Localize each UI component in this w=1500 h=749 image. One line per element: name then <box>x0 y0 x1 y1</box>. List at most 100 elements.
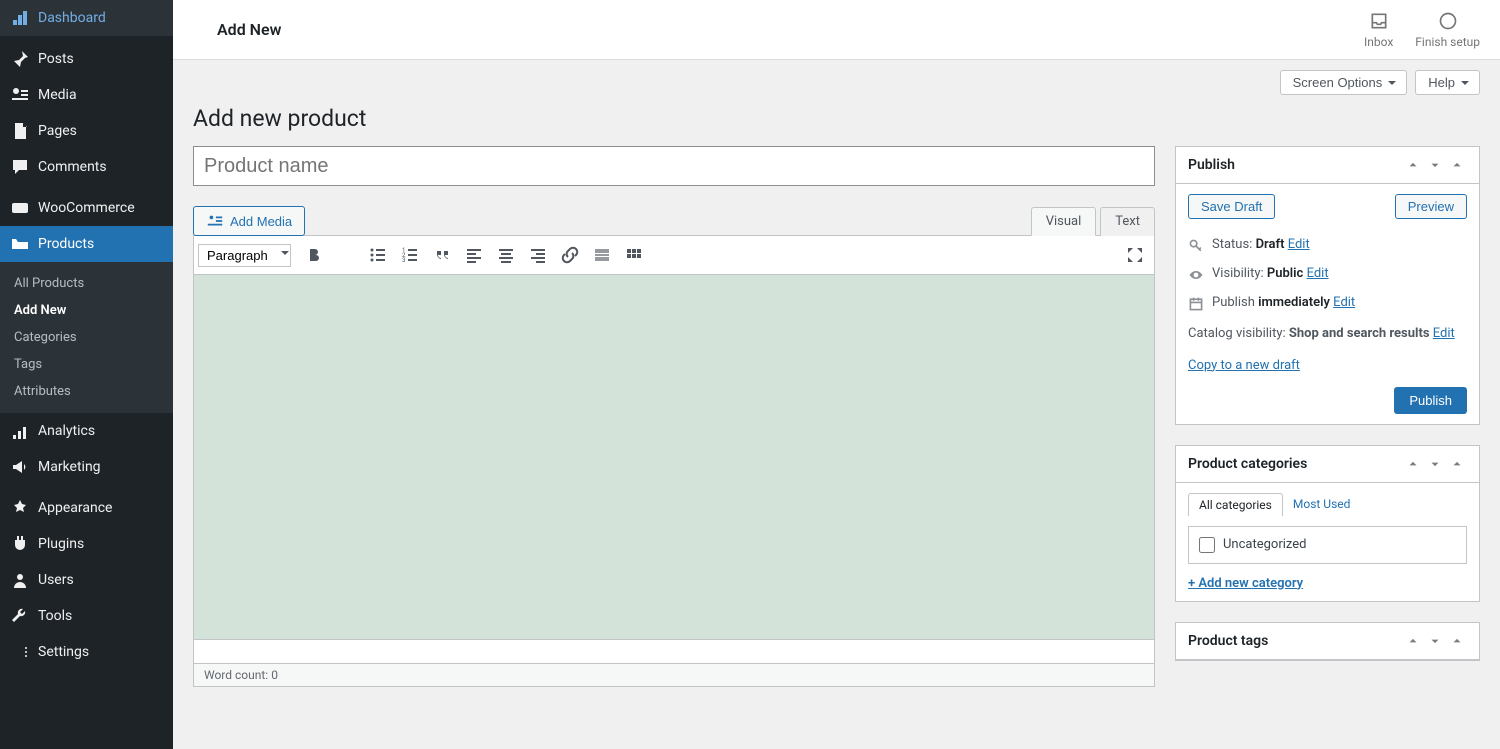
move-down-button[interactable] <box>1425 454 1445 474</box>
admin-sidebar: Dashboard Posts Media Pages Comments Woo… <box>0 0 173 749</box>
edit-schedule-link[interactable]: Edit <box>1333 295 1355 310</box>
sidebar-item-dashboard[interactable]: Dashboard <box>0 0 173 36</box>
editor-toolbar: Paragraph 123 <box>193 235 1155 275</box>
editor-tab-text[interactable]: Text <box>1100 207 1155 236</box>
caret-down-icon <box>1388 81 1396 89</box>
publish-title: Publish <box>1188 157 1235 173</box>
inbox-button[interactable]: Inbox <box>1364 11 1393 49</box>
sidebar-label: Settings <box>38 644 89 660</box>
submenu-tags[interactable]: Tags <box>0 351 173 378</box>
publish-button[interactable]: Publish <box>1394 387 1467 414</box>
fullscreen-button[interactable] <box>1120 240 1150 270</box>
sidebar-item-posts[interactable]: Posts <box>0 41 173 77</box>
key-icon <box>1188 238 1204 254</box>
sidebar-item-comments[interactable]: Comments <box>0 149 173 185</box>
sidebar-label: Products <box>38 236 94 252</box>
sidebar-item-media[interactable]: Media <box>0 77 173 113</box>
finish-setup-button[interactable]: Finish setup <box>1415 11 1480 49</box>
sidebar-item-appearance[interactable]: Appearance <box>0 490 173 526</box>
sidebar-label: Marketing <box>38 459 101 475</box>
edit-visibility-link[interactable]: Edit <box>1307 266 1329 281</box>
status-value: Draft <box>1256 237 1285 252</box>
publish-label: Publish <box>1212 295 1255 310</box>
category-checkbox[interactable] <box>1199 537 1215 553</box>
blockquote-button[interactable] <box>427 240 457 270</box>
align-left-button[interactable] <box>459 240 489 270</box>
publish-box: Publish Save Draft Preview <box>1175 146 1480 425</box>
category-tab-most-used[interactable]: Most Used <box>1283 493 1361 516</box>
sidebar-item-users[interactable]: Users <box>0 562 173 598</box>
preview-button[interactable]: Preview <box>1395 194 1467 219</box>
help-button[interactable]: Help <box>1415 70 1480 95</box>
sidebar-item-plugins[interactable]: Plugins <box>0 526 173 562</box>
sidebar-item-marketing[interactable]: Marketing <box>0 449 173 485</box>
users-icon <box>10 570 30 590</box>
submenu-categories[interactable]: Categories <box>0 324 173 351</box>
media-icon <box>206 212 224 230</box>
sidebar-item-woocommerce[interactable]: WooCommerce <box>0 190 173 226</box>
italic-button[interactable] <box>331 240 361 270</box>
sidebar-item-analytics[interactable]: Analytics <box>0 413 173 449</box>
editor-path <box>193 640 1155 664</box>
toggle-button[interactable] <box>1447 631 1467 651</box>
categories-title: Product categories <box>1188 456 1307 472</box>
circle-icon <box>1438 11 1458 31</box>
move-down-button[interactable] <box>1425 631 1445 651</box>
sidebar-item-products[interactable]: Products <box>0 226 173 262</box>
catalog-label: Catalog visibility: <box>1188 326 1286 341</box>
add-new-category-link[interactable]: + Add new category <box>1188 576 1303 591</box>
submenu-all-products[interactable]: All Products <box>0 270 173 297</box>
woo-icon <box>10 198 30 218</box>
format-select[interactable]: Paragraph <box>198 244 291 267</box>
status-label: Status: <box>1212 237 1252 252</box>
category-tab-all[interactable]: All categories <box>1188 493 1283 516</box>
add-media-button[interactable]: Add Media <box>193 206 305 236</box>
editor-canvas[interactable] <box>193 275 1155 640</box>
bold-button[interactable] <box>299 240 329 270</box>
copy-to-new-draft-link[interactable]: Copy to a new draft <box>1188 358 1300 373</box>
topbar-title: Add New <box>193 20 281 39</box>
sidebar-item-pages[interactable]: Pages <box>0 113 173 149</box>
numbered-list-button[interactable]: 123 <box>395 240 425 270</box>
bullet-list-button[interactable] <box>363 240 393 270</box>
submenu-add-new[interactable]: Add New <box>0 297 173 324</box>
sidebar-item-settings[interactable]: Settings <box>0 634 173 670</box>
link-button[interactable] <box>555 240 585 270</box>
read-more-button[interactable] <box>587 240 617 270</box>
editor-tab-visual[interactable]: Visual <box>1031 207 1097 236</box>
category-uncategorized[interactable]: Uncategorized <box>1199 537 1456 553</box>
align-center-button[interactable] <box>491 240 521 270</box>
edit-status-link[interactable]: Edit <box>1288 237 1310 252</box>
screen-options-label: Screen Options <box>1293 75 1383 90</box>
help-label: Help <box>1428 75 1455 90</box>
products-submenu: All Products Add New Categories Tags Att… <box>0 262 173 413</box>
product-name-input[interactable] <box>193 146 1155 186</box>
move-up-button[interactable] <box>1403 454 1423 474</box>
save-draft-button[interactable]: Save Draft <box>1188 194 1275 219</box>
page-title: Add new product <box>193 105 1480 132</box>
sidebar-label: Tools <box>38 608 72 624</box>
settings-icon <box>10 642 30 662</box>
move-up-button[interactable] <box>1403 155 1423 175</box>
toggle-button[interactable] <box>1447 454 1467 474</box>
move-down-button[interactable] <box>1425 155 1445 175</box>
edit-catalog-link[interactable]: Edit <box>1433 326 1455 341</box>
align-right-button[interactable] <box>523 240 553 270</box>
add-media-label: Add Media <box>230 214 292 229</box>
pages-icon <box>10 121 30 141</box>
calendar-icon <box>1188 296 1204 312</box>
sidebar-label: Pages <box>38 123 77 139</box>
sidebar-item-tools[interactable]: Tools <box>0 598 173 634</box>
toggle-button[interactable] <box>1447 155 1467 175</box>
sidebar-label: Appearance <box>38 500 112 516</box>
tags-title: Product tags <box>1188 633 1268 649</box>
caret-down-icon <box>1461 81 1469 89</box>
sidebar-label: Users <box>38 572 74 588</box>
submenu-attributes[interactable]: Attributes <box>0 378 173 405</box>
word-count-value: 0 <box>271 668 278 682</box>
move-up-button[interactable] <box>1403 631 1423 651</box>
toolbar-toggle-button[interactable] <box>619 240 649 270</box>
screen-options-button[interactable]: Screen Options <box>1280 70 1408 95</box>
eye-icon <box>1188 267 1204 283</box>
pin-icon <box>10 49 30 69</box>
